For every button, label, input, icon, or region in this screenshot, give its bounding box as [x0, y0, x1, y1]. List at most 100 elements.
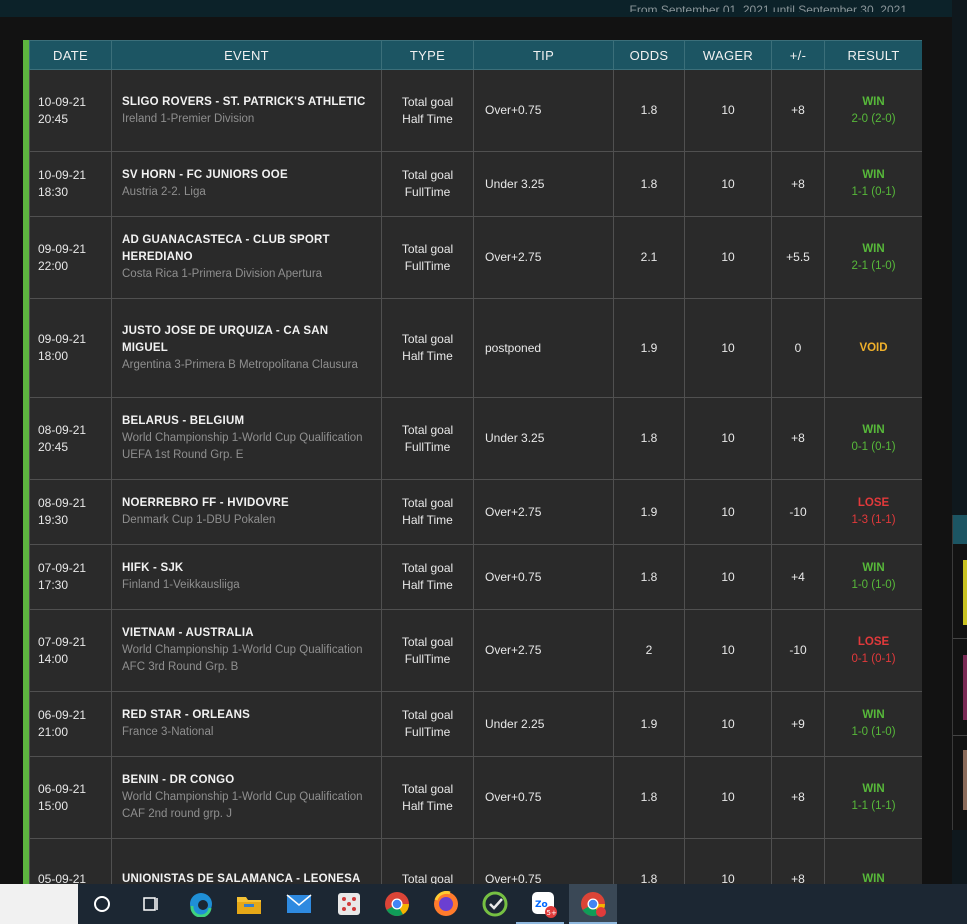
- cell-type: Total goal Half Time: [381, 479, 474, 545]
- cell-date: 09-09-21 22:00: [29, 216, 112, 299]
- chrome-active-icon[interactable]: [569, 884, 617, 924]
- cell-event: SV HORN - FC JUNIORS OOE Austria 2-2. Lig…: [111, 151, 382, 217]
- cell-tip: Under 2.25: [473, 691, 614, 757]
- cell-date: 09-09-21 18:00: [29, 298, 112, 398]
- cell-type: Total goal FullTime: [381, 151, 474, 217]
- result-score: 1-1 (0-1): [851, 186, 896, 198]
- table-row: 10-09-21 18:30 SV HORN - FC JUNIORS OOE Aus…: [29, 151, 922, 217]
- bet-type-line1: Total goal: [401, 241, 454, 256]
- dice-app-icon[interactable]: [334, 889, 364, 919]
- result-label: WIN: [862, 782, 885, 795]
- cell-odds: 1.8: [613, 838, 685, 890]
- event-title: HIFK - SJK: [122, 562, 184, 574]
- column-header-result: RESULT: [824, 40, 922, 70]
- bet-type-line1: Total goal: [401, 781, 454, 796]
- cell-profit: -10: [771, 609, 825, 692]
- cortana-icon[interactable]: [87, 889, 117, 919]
- cell-odds: 1.8: [613, 69, 685, 152]
- cell-tip: Over+0.75: [473, 756, 614, 839]
- event-league: Ireland 1-Premier Division: [122, 112, 255, 125]
- cell-wager: 10: [684, 544, 772, 610]
- result-score: 0-1 (0-1): [851, 652, 896, 665]
- result-score: 1-1 (1-1): [851, 799, 896, 812]
- ccleaner-icon[interactable]: [480, 889, 510, 919]
- bet-type-line2: Half Time: [402, 513, 453, 527]
- column-header-odds: ODDS: [613, 40, 685, 70]
- cell-result: WIN: [824, 838, 922, 890]
- cell-tip: Over+2.75: [473, 609, 614, 692]
- cell-date: 10-09-21 18:30: [29, 151, 112, 217]
- event-league: World Championship 1-World Cup Qualifica…: [122, 791, 363, 820]
- bet-type-line1: Total goal: [401, 168, 454, 182]
- cell-event: SLIGO ROVERS - ST. PATRICK'S ATHLETIC Ire…: [111, 69, 382, 152]
- bet-type-line2: Half Time: [402, 578, 453, 592]
- bet-time: 14:00: [38, 651, 69, 666]
- cell-date: 08-09-21 20:45: [29, 397, 112, 480]
- cell-date: 06-09-21 15:00: [29, 756, 112, 839]
- cell-odds: 1.9: [613, 479, 685, 545]
- bet-time: 15:00: [38, 798, 69, 813]
- cell-tip: Over+2.75: [473, 216, 614, 299]
- cell-type: Total goal FullTime: [381, 691, 474, 757]
- cell-wager: 10: [684, 479, 772, 545]
- file-explorer-icon[interactable]: [234, 889, 264, 919]
- cell-type: Total goal FullTime: [381, 397, 474, 480]
- table-row: 09-09-21 18:00 JUSTO JOSE DE URQUIZA - CA …: [29, 298, 922, 398]
- taskbar-search-box[interactable]: [0, 884, 78, 924]
- bet-type-line2: FullTime: [404, 439, 451, 454]
- result-score: 1-0 (1-0): [851, 579, 896, 591]
- top-bar: From September 01, 2021 until September …: [0, 0, 952, 17]
- cell-wager: 10: [684, 151, 772, 217]
- table-row: 06-09-21 15:00 BENIN - DR CONGO World Champ…: [29, 756, 922, 839]
- bet-date: 07-09-21: [38, 634, 87, 649]
- cell-event: BENIN - DR CONGO World Championship 1-Wor…: [111, 756, 382, 839]
- bet-date: 07-09-21: [38, 561, 87, 575]
- cell-result: WIN 2-1 (1-0): [824, 216, 922, 299]
- bet-type-line1: Total goal: [401, 332, 454, 346]
- chrome-icon[interactable]: [382, 889, 412, 919]
- sidebar-thumbnail[interactable]: [963, 655, 967, 720]
- bet-date: 10-09-21: [38, 94, 87, 109]
- zalo-icon[interactable]: Zo 5+: [529, 889, 559, 919]
- column-header-profit: +/-: [771, 40, 825, 70]
- bet-type-line1: Total goal: [401, 561, 454, 575]
- result-score: 0-1 (0-1): [851, 440, 896, 453]
- sidebar-thumbnail[interactable]: [963, 750, 967, 810]
- bet-date: 06-09-21: [38, 708, 87, 722]
- column-header-event: EVENT: [111, 40, 382, 70]
- firefox-icon[interactable]: [431, 889, 461, 919]
- cell-wager: 10: [684, 397, 772, 480]
- event-league: Argentina 3-Primera B Metropolitana Clau…: [122, 358, 358, 371]
- mail-icon[interactable]: [284, 889, 314, 919]
- bet-time: 22:00: [38, 258, 69, 273]
- result-label: WIN: [862, 709, 885, 721]
- cell-result: LOSE 1-3 (1-1): [824, 479, 922, 545]
- bet-type-line1: Total goal: [401, 708, 454, 722]
- sidebar-thumbnail[interactable]: [963, 560, 967, 625]
- edge-icon[interactable]: [186, 889, 216, 919]
- table-row: 08-09-21 20:45 BELARUS - BELGIUM World Cham…: [29, 397, 922, 480]
- event-title: BELARUS - BELGIUM: [122, 415, 245, 427]
- table-row: 08-09-21 19:30 NOERREBRO FF - HVIDOVRE Denm…: [29, 479, 922, 545]
- cell-type: Total goal: [381, 838, 474, 890]
- cell-tip: postponed: [473, 298, 614, 398]
- bet-type-line2: FullTime: [404, 258, 451, 273]
- bet-time: 19:30: [38, 513, 69, 527]
- cell-result: WIN 1-0 (1-0): [824, 544, 922, 610]
- bet-time: 20:45: [38, 111, 69, 126]
- cell-tip: Over+0.75: [473, 69, 614, 152]
- tips-table-panel: DATE EVENT TYPE TIP ODDS WAGER +/- RESUL…: [23, 40, 922, 890]
- cell-profit: +8: [771, 151, 825, 217]
- cell-odds: 1.8: [613, 397, 685, 480]
- result-score: 2-1 (1-0): [851, 259, 896, 272]
- cell-profit: +8: [771, 756, 825, 839]
- cell-type: Total goal Half Time: [381, 298, 474, 398]
- event-title: RED STAR - ORLEANS: [122, 709, 250, 721]
- task-view-icon[interactable]: [136, 889, 166, 919]
- cell-date: 07-09-21 14:00: [29, 609, 112, 692]
- column-header-type: TYPE: [381, 40, 474, 70]
- cell-result: VOID: [824, 298, 922, 398]
- cell-profit: +8: [771, 397, 825, 480]
- cell-event: NOERREBRO FF - HVIDOVRE Denmark Cup 1-DBU…: [111, 479, 382, 545]
- result-label: LOSE: [857, 497, 890, 509]
